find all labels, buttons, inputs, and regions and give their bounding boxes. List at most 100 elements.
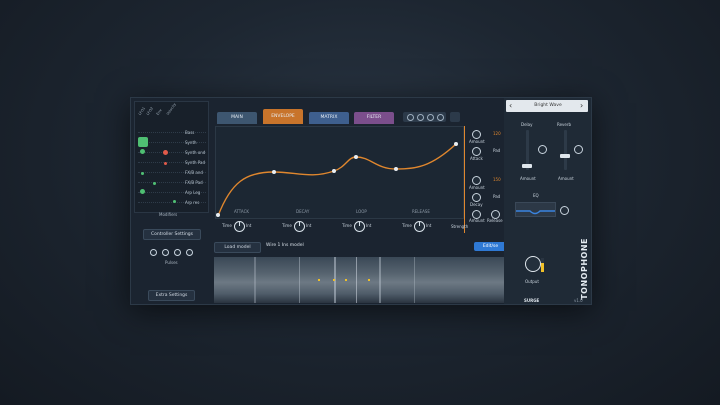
- preset-selector[interactable]: ‹ Bright Wave ›: [506, 100, 588, 112]
- eq-knob[interactable]: [560, 206, 569, 215]
- amount-knob[interactable]: [472, 176, 481, 185]
- matrix-header: Env: [155, 108, 163, 116]
- knob-label: Int: [366, 223, 372, 228]
- controller-settings-button[interactable]: Controller Settings: [143, 229, 201, 240]
- knob-label: Int: [306, 223, 312, 228]
- matrix-cell-active[interactable]: [138, 137, 148, 147]
- knob-label: Attack: [470, 156, 483, 161]
- release-time-knob[interactable]: [414, 221, 425, 232]
- stage-label: ATTACK: [234, 209, 250, 214]
- matrix-header: LFO1: [137, 106, 147, 116]
- amount-knob[interactable]: [472, 130, 481, 139]
- marker: [345, 279, 347, 281]
- matrix-cell-active[interactable]: [141, 172, 144, 175]
- matrix-cell-active[interactable]: [140, 189, 145, 194]
- maker-logo: SURGE: [524, 298, 540, 303]
- pulse-knob[interactable]: [186, 249, 193, 256]
- strength-label: Strength: [451, 224, 469, 229]
- right-panel: ‹ Bright Wave › Delay Amount Reverb Amou…: [504, 98, 591, 304]
- knob-label: Time: [222, 223, 232, 228]
- reverb-slider-thumb[interactable]: [560, 154, 570, 158]
- tool-icon[interactable]: [437, 114, 444, 121]
- knob-label: Time: [342, 223, 352, 228]
- preset-name: Bright Wave: [534, 103, 562, 108]
- knob-label: Time: [282, 223, 292, 228]
- tab-matrix[interactable]: MATRIX: [309, 112, 349, 124]
- attack-time-knob[interactable]: [234, 221, 245, 232]
- matrix-header: Velocity: [165, 102, 177, 116]
- output-knob[interactable]: [525, 256, 541, 272]
- eq-display[interactable]: [515, 202, 556, 217]
- matrix-row-label: Synth ond: [185, 150, 206, 155]
- delay-amount-label: Amount: [520, 176, 536, 181]
- pulse-knob[interactable]: [150, 249, 157, 256]
- envelope-curve[interactable]: [216, 127, 463, 218]
- knob-value: 120: [493, 131, 501, 136]
- pulse-dots: [150, 249, 193, 257]
- matrix-cell-active[interactable]: [173, 200, 176, 203]
- settings-icon[interactable]: [450, 112, 460, 122]
- decay-knob[interactable]: [472, 193, 481, 202]
- reverb-amount-label: Amount: [558, 176, 574, 181]
- matrix-cell-active[interactable]: [164, 162, 167, 165]
- matrix-row-label: Arp res: [185, 200, 200, 205]
- load-model-label: Load model: [224, 245, 251, 250]
- preset-prev-icon[interactable]: ‹: [509, 100, 512, 112]
- knob-label: Time: [402, 223, 412, 228]
- pulse-knob[interactable]: [174, 249, 181, 256]
- tab-main[interactable]: MAIN: [217, 112, 257, 124]
- reverb-mix-knob[interactable]: [574, 145, 583, 154]
- matrix-row-label: Synth: [185, 140, 197, 145]
- matrix-cell-active[interactable]: [153, 182, 156, 185]
- marker: [368, 279, 370, 281]
- model-bar: Load model Wire 1 Ins model Edit/se: [214, 241, 507, 253]
- envelope-knob-row: Time Int Time Int Time Int Time Int: [215, 219, 462, 233]
- knob-label: Amount: [469, 185, 485, 190]
- envelope-node: [454, 142, 458, 146]
- envelope-node: [354, 155, 358, 159]
- extra-settings-button[interactable]: Extra Settings: [148, 290, 195, 301]
- delay-mix-knob[interactable]: [538, 145, 547, 154]
- output-label: Output: [525, 279, 539, 284]
- tab-envelope[interactable]: ENVELOPE: [263, 109, 303, 124]
- plugin-window: LFO1 LFO2 Env Velocity Bass Synth Synth …: [130, 97, 592, 305]
- matrix-footer: Modifiers: [159, 212, 178, 217]
- delay-slider-thumb[interactable]: [522, 164, 532, 168]
- matrix-cell-active[interactable]: [140, 149, 145, 154]
- matrix-cell-active[interactable]: [163, 150, 168, 155]
- envelope-node: [332, 169, 336, 173]
- matrix-row-label: FX/B Pad: [185, 180, 203, 185]
- matrix-row-label: Bass: [185, 130, 195, 135]
- envelope-editor[interactable]: ATTACK DECAY LOOP RELEASE: [215, 126, 464, 219]
- tool-icon[interactable]: [407, 114, 414, 121]
- stage-label: DECAY: [296, 209, 310, 214]
- brand-logo: TONOPHONE: [580, 238, 589, 300]
- knob-value: 150: [493, 177, 501, 182]
- knob-label: Amount: [469, 139, 485, 144]
- stage-label: RELEASE: [412, 209, 430, 214]
- knob-label: Release: [487, 218, 503, 223]
- output-meter: [541, 258, 544, 272]
- knob-label: Int: [426, 223, 432, 228]
- tab-filter[interactable]: FILTER: [354, 112, 394, 124]
- knob-label: Int: [246, 223, 252, 228]
- model-name: Wire 1 Ins model: [266, 243, 304, 248]
- modulation-matrix: LFO1 LFO2 Env Velocity Bass Synth Synth …: [134, 101, 209, 213]
- envelope-node: [216, 213, 220, 217]
- reverb-label: Reverb: [557, 122, 572, 127]
- preset-next-icon[interactable]: ›: [580, 100, 583, 112]
- marker: [318, 279, 320, 281]
- tool-icon[interactable]: [417, 114, 424, 121]
- envelope-node: [394, 167, 398, 171]
- pulse-knob[interactable]: [162, 249, 169, 256]
- knob-value: Pad: [493, 148, 501, 153]
- knob-value: Pad: [493, 194, 501, 199]
- stage-label: LOOP: [356, 209, 367, 214]
- decay-time-knob[interactable]: [294, 221, 305, 232]
- attack-knob[interactable]: [472, 147, 481, 156]
- load-model-button[interactable]: Load model: [214, 242, 261, 253]
- edit-button[interactable]: Edit/se: [474, 242, 507, 251]
- loop-time-knob[interactable]: [354, 221, 365, 232]
- tool-icon[interactable]: [427, 114, 434, 121]
- reverb-slider-track[interactable]: [564, 130, 567, 170]
